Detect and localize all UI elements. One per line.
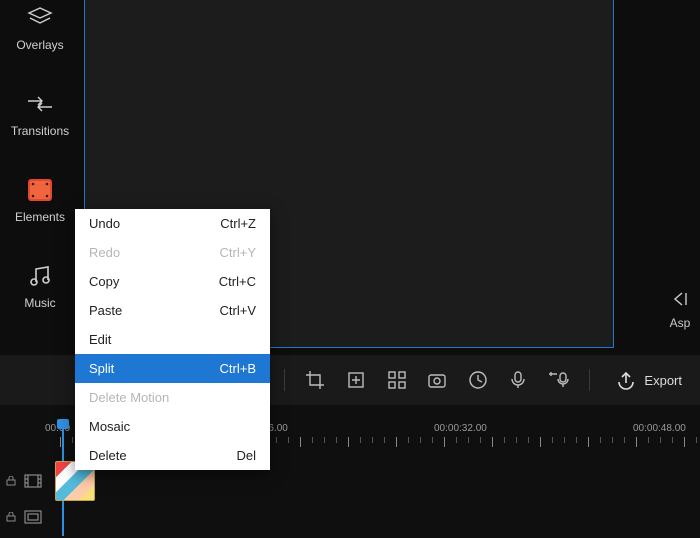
sidebar-item-label: Elements (15, 210, 65, 224)
video-track-icon (24, 474, 42, 488)
left-sidebar: Overlays Transitions Elements Music (0, 0, 80, 355)
overlay-track-icon (24, 510, 42, 524)
ruler-label: 00:00:48.00 (633, 423, 686, 434)
context-menu-item-delete-motion: Delete Motion (75, 383, 270, 412)
sidebar-item-music[interactable]: Music (24, 262, 55, 310)
sidebar-item-elements[interactable]: Elements (15, 176, 65, 224)
context-menu-item-label: Split (89, 361, 114, 376)
context-menu-item-redo: Redo Ctrl+Y (75, 238, 270, 267)
context-menu-item-label: Mosaic (89, 419, 130, 434)
context-menu-item-mosaic[interactable]: Mosaic (75, 412, 270, 441)
export-button[interactable]: Export (606, 364, 692, 396)
overlays-icon (26, 4, 54, 32)
context-menu: Undo Ctrl+Z Redo Ctrl+Y Copy Ctrl+C Paste Ctrl+… (75, 209, 270, 470)
toolbar-separator (589, 369, 590, 391)
export-label: Export (644, 373, 682, 388)
sidebar-item-label: Music (24, 296, 55, 310)
context-menu-item-label: Edit (89, 332, 111, 347)
track-header-overlay[interactable] (6, 505, 42, 529)
context-menu-item-shortcut: Ctrl+B (220, 361, 256, 376)
context-menu-item-label: Copy (89, 274, 119, 289)
context-menu-item-shortcut: Ctrl+Z (220, 216, 256, 231)
elements-icon (26, 176, 54, 204)
context-menu-item-label: Undo (89, 216, 120, 231)
music-icon (26, 262, 54, 290)
crop-icon[interactable] (301, 365, 330, 395)
aspect-icon (670, 290, 690, 308)
add-marker-icon[interactable] (342, 365, 371, 395)
transitions-icon (26, 90, 54, 118)
sidebar-item-transitions[interactable]: Transitions (11, 90, 69, 138)
context-menu-item-label: Delete (89, 448, 127, 463)
aspect-ratio-button[interactable]: Asp (660, 280, 700, 340)
context-menu-item-copy[interactable]: Copy Ctrl+C (75, 267, 270, 296)
lock-icon (6, 476, 16, 486)
context-menu-item-label: Paste (89, 303, 122, 318)
voiceover-icon[interactable] (504, 365, 533, 395)
context-menu-item-shortcut: Ctrl+V (220, 303, 256, 318)
aspect-label: Asp (670, 316, 691, 330)
context-menu-item-shortcut: Ctrl+C (219, 274, 256, 289)
lock-icon (6, 512, 16, 522)
camera-icon[interactable] (423, 365, 452, 395)
sidebar-item-label: Overlays (16, 38, 63, 52)
context-menu-item-split[interactable]: Split Ctrl+B (75, 354, 270, 383)
toolbar-separator (284, 369, 285, 391)
ruler-label: 00:00:32.00 (434, 423, 487, 434)
context-menu-item-label: Delete Motion (89, 390, 169, 405)
context-menu-item-shortcut: Ctrl+Y (220, 245, 256, 260)
context-menu-item-paste[interactable]: Paste Ctrl+V (75, 296, 270, 325)
sidebar-item-label: Transitions (11, 124, 69, 138)
context-menu-item-label: Redo (89, 245, 120, 260)
export-icon (616, 370, 636, 390)
text-to-speech-icon[interactable] (545, 365, 574, 395)
context-menu-item-edit[interactable]: Edit (75, 325, 270, 354)
context-menu-item-undo[interactable]: Undo Ctrl+Z (75, 209, 270, 238)
duration-icon[interactable] (464, 365, 493, 395)
context-menu-item-shortcut: Del (236, 448, 256, 463)
grid-icon[interactable] (382, 365, 411, 395)
track-header-video[interactable] (6, 469, 42, 493)
sidebar-item-overlays[interactable]: Overlays (16, 4, 63, 52)
context-menu-item-delete[interactable]: Delete Del (75, 441, 270, 470)
